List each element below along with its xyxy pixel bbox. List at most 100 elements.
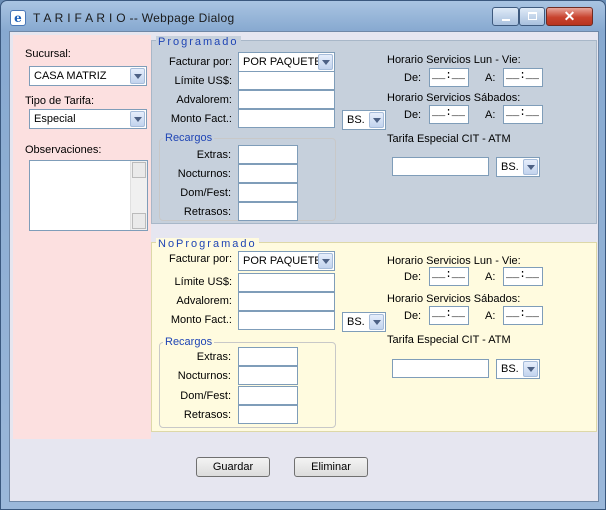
horario-sab-a-label: A:	[485, 109, 496, 121]
retrasos-label: Retrasos:	[183, 409, 231, 421]
scroll-up-button[interactable]	[132, 162, 146, 178]
chevron-down-icon	[369, 314, 384, 330]
horario-lv-de-label: De:	[404, 72, 422, 84]
recargos-legend: Recargos	[163, 336, 215, 348]
tarifa-cit-currency-value: BS.	[501, 161, 519, 173]
monto-label: Monto Fact.:	[170, 314, 232, 326]
recargos-fieldset: Recargos Extras: Nocturnos: Dom/Fest: Re…	[159, 336, 336, 428]
horario-lv-de-input[interactable]: __:__	[429, 68, 469, 87]
advalorem-label: Advalorem:	[176, 94, 232, 106]
chevron-down-icon	[318, 54, 333, 70]
horario-sab-de-input[interactable]: __:__	[429, 105, 469, 124]
close-button[interactable]: ✕	[546, 7, 593, 26]
horario-sab-de-input[interactable]: __:__	[429, 306, 469, 325]
limite-label: Límite US$:	[174, 276, 232, 288]
chevron-down-icon	[318, 253, 333, 269]
retrasos-input[interactable]	[238, 202, 298, 221]
chevron-down-icon	[130, 68, 145, 84]
limite-label: Límite US$:	[174, 75, 232, 87]
noprogramado-section: NoProgramado Facturar por: POR PAQUETE L…	[151, 238, 597, 432]
recargos-fieldset: Recargos Extras: Nocturnos: Dom/Fest: Re…	[159, 132, 336, 221]
left-panel: Sucursal: CASA MATRIZ Tipo de Tarifa: Es…	[13, 35, 151, 439]
retrasos-label: Retrasos:	[183, 206, 231, 218]
domfest-label: Dom/Fest:	[180, 187, 231, 199]
monto-label: Monto Fact.:	[170, 113, 232, 125]
facturar-value: POR PAQUETE	[243, 56, 322, 68]
minimize-icon	[502, 19, 510, 21]
guardar-button[interactable]: Guardar	[196, 457, 270, 477]
chevron-down-icon	[523, 361, 538, 377]
nocturnos-label: Nocturnos:	[177, 370, 231, 382]
retrasos-input[interactable]	[238, 405, 298, 424]
title-bar[interactable]: e T A R I F A R I O -- Webpage Dialog ✕	[1, 1, 605, 31]
observaciones-label: Observaciones:	[25, 144, 102, 156]
extras-label: Extras:	[196, 351, 231, 363]
facturar-select[interactable]: POR PAQUETE	[238, 251, 335, 271]
tipo-tarifa-select[interactable]: Especial	[29, 109, 147, 129]
limite-input[interactable]	[238, 71, 335, 90]
sucursal-select[interactable]: CASA MATRIZ	[29, 66, 147, 86]
horario-sab-label: Horario Servicios Sábados:	[387, 293, 521, 305]
tarifa-cit-input[interactable]	[392, 359, 489, 378]
window-title: T A R I F A R I O -- Webpage Dialog	[33, 11, 235, 25]
horario-lv-label: Horario Servicios Lun - Vie:	[387, 54, 521, 66]
horario-lv-a-label: A:	[485, 271, 496, 283]
horario-lv-a-input[interactable]: __:__	[503, 267, 543, 286]
facturar-select[interactable]: POR PAQUETE	[238, 52, 335, 72]
advalorem-input[interactable]	[238, 292, 335, 311]
noprogramado-legend: NoProgramado	[156, 238, 259, 250]
extras-input[interactable]	[238, 347, 298, 366]
facturar-label: Facturar por:	[169, 56, 232, 68]
horario-sab-a-label: A:	[485, 310, 496, 322]
horario-sab-a-input[interactable]: __:__	[503, 306, 543, 325]
close-icon: ✕	[563, 8, 576, 24]
programado-section: Programado Facturar por: POR PAQUETE Lím…	[151, 36, 597, 224]
monto-input[interactable]	[238, 311, 335, 330]
nocturnos-input[interactable]	[238, 164, 298, 183]
advalorem-input[interactable]	[238, 90, 335, 109]
maximize-button[interactable]	[519, 7, 545, 26]
domfest-label: Dom/Fest:	[180, 390, 231, 402]
facturar-label: Facturar por:	[169, 253, 232, 265]
chevron-down-icon	[130, 111, 145, 127]
horario-lv-a-input[interactable]: __:__	[503, 68, 543, 87]
chevron-down-icon	[369, 112, 384, 128]
horario-sab-de-label: De:	[404, 109, 422, 121]
tipo-tarifa-label: Tipo de Tarifa:	[25, 95, 95, 107]
domfest-input[interactable]	[238, 386, 298, 405]
recargos-legend: Recargos	[163, 132, 215, 144]
tarifa-cit-input[interactable]	[392, 157, 489, 176]
tarifa-cit-currency-select[interactable]: BS.	[496, 157, 540, 177]
tarifa-cit-currency-value: BS.	[501, 363, 519, 375]
nocturnos-input[interactable]	[238, 366, 298, 385]
programado-legend: Programado	[156, 36, 241, 48]
monto-currency-select[interactable]: BS.	[342, 312, 386, 332]
observaciones-scrollbar[interactable]	[130, 161, 147, 230]
observaciones-textarea[interactable]	[29, 160, 148, 231]
horario-lv-label: Horario Servicios Lun - Vie:	[387, 255, 521, 267]
extras-input[interactable]	[238, 145, 298, 164]
monto-input[interactable]	[238, 109, 335, 128]
facturar-value: POR PAQUETE	[243, 255, 322, 267]
monto-currency-select[interactable]: BS.	[342, 110, 386, 130]
horario-lv-de-label: De:	[404, 271, 422, 283]
extras-label: Extras:	[196, 149, 231, 161]
monto-currency-value: BS.	[347, 114, 365, 126]
limite-input[interactable]	[238, 273, 335, 292]
minimize-button[interactable]	[492, 7, 519, 26]
advalorem-label: Advalorem:	[176, 295, 232, 307]
horario-lv-de-input[interactable]: __:__	[429, 267, 469, 286]
scroll-down-button[interactable]	[132, 213, 146, 229]
domfest-input[interactable]	[238, 183, 298, 202]
horario-lv-a-label: A:	[485, 72, 496, 84]
sucursal-label: Sucursal:	[25, 48, 71, 60]
eliminar-button[interactable]: Eliminar	[294, 457, 368, 477]
tarifa-cit-currency-select[interactable]: BS.	[496, 359, 540, 379]
monto-currency-value: BS.	[347, 316, 365, 328]
dialog-window: e T A R I F A R I O -- Webpage Dialog ✕ …	[0, 0, 606, 510]
dialog-body: Sucursal: CASA MATRIZ Tipo de Tarifa: Es…	[9, 31, 599, 502]
tarifa-cit-label: Tarifa Especial CIT - ATM	[387, 334, 511, 346]
nocturnos-label: Nocturnos:	[177, 168, 231, 180]
horario-sab-a-input[interactable]: __:__	[503, 105, 543, 124]
horario-sab-de-label: De:	[404, 310, 422, 322]
